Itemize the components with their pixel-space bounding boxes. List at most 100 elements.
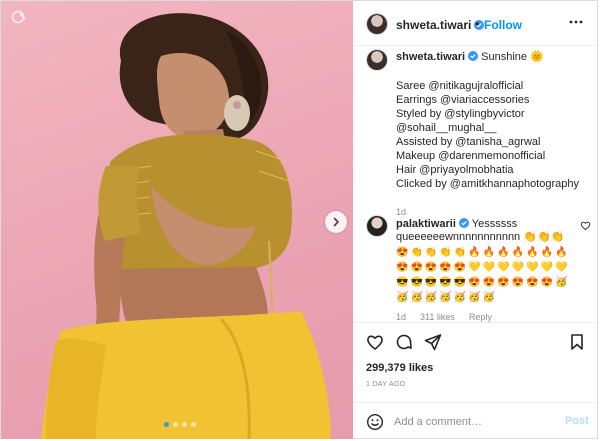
share-icon[interactable]: [424, 333, 442, 351]
comment-emoji: 🔥: [497, 247, 510, 258]
caption-line: Saree @nitikagujralofficial: [396, 80, 524, 92]
carousel-dot: [173, 422, 178, 427]
comment-emoji: 👏: [410, 247, 423, 258]
comment-like-heart-icon[interactable]: [580, 220, 591, 231]
commenter-avatar[interactable]: [366, 215, 388, 237]
reply-button[interactable]: Reply: [469, 311, 492, 322]
comment-emoji: 💛: [526, 262, 539, 273]
comment-emoji: 💛: [497, 262, 510, 273]
add-comment-bar: Post: [354, 402, 597, 441]
comment-emoji: 😍: [439, 262, 452, 273]
comment-emoji: 💛: [554, 262, 568, 273]
verified-badge-icon: [468, 51, 479, 61]
post-caption: shweta.tiwari Sunshine 🌞 Saree @nitikagu…: [396, 50, 586, 219]
chevron-right-icon: [333, 217, 339, 227]
post-sidebar: shweta.tiwari • Follow shweta.tiwari Sun…: [354, 1, 597, 439]
comment-body: palaktiwarii Yessssss queeeeeewnnnnnnnnn…: [396, 218, 580, 322]
post-photo[interactable]: [1, 1, 353, 439]
comment-inline-emoji: 👏: [536, 231, 551, 243]
comment-inline-emoji: 👏: [523, 231, 537, 243]
bookmark-icon[interactable]: [568, 333, 586, 351]
comment-emoji: 😍: [424, 262, 438, 273]
caption-line: Hair @priyayolmobhatia: [396, 164, 514, 176]
commenter-username[interactable]: palaktiwarii: [396, 218, 469, 230]
comment-emoji: 🥳: [439, 292, 452, 303]
caption-author-avatar[interactable]: [366, 49, 388, 71]
heart-icon[interactable]: [366, 333, 384, 351]
comment-emoji: 💛: [482, 262, 496, 273]
comment-emoji-row: 😍 👏 👏 👏 👏 🔥 🔥 🔥 🔥 🔥 🔥 🔥: [396, 247, 580, 259]
comment-emoji: 🥳: [410, 292, 423, 303]
caption-timestamp: 1d: [396, 207, 407, 217]
comment-emoji: 🔥: [482, 247, 496, 258]
comment-emoji: 💛: [468, 262, 481, 273]
comment-likes[interactable]: 311 likes: [420, 311, 455, 322]
carousel-indicator: [164, 422, 196, 427]
comment-emoji: 😍: [482, 277, 496, 288]
comment-emoji: 😎: [424, 277, 438, 288]
carousel-dot: [182, 422, 187, 427]
comment-emoji: 👏: [424, 247, 438, 258]
comment-emoji: 😍: [540, 277, 553, 288]
comment-emoji: 😍: [453, 262, 467, 273]
author-username[interactable]: shweta.tiwari: [396, 18, 485, 32]
post-comment-button[interactable]: Post: [565, 415, 589, 427]
comment-emoji-row: 🥳 🥳 🥳 🥳 🥳 🥳 🥳: [396, 292, 580, 304]
comment-emoji: 🔥: [526, 247, 539, 258]
comment-emoji: 😍: [396, 247, 409, 258]
photo-subject: [41, 13, 331, 439]
comment-emoji-row: 😎 😎 😎 😎 😎 😍 😍 😍 😍 😍 😍 🥳: [396, 277, 580, 289]
watermark-logo: [11, 10, 26, 24]
comment-emoji: 😍: [468, 277, 481, 288]
comment-icon[interactable]: [395, 333, 413, 351]
carousel-dot-active: [164, 422, 169, 427]
caption-username[interactable]: shweta.tiwari: [396, 51, 479, 63]
comment-emoji: 😎: [410, 277, 423, 288]
comment-timestamp: 1d: [396, 312, 407, 322]
comment-emoji: 😍: [526, 277, 539, 288]
caption-line: @sohail__mughal__: [396, 122, 497, 134]
header-separator: •: [475, 17, 480, 31]
add-comment-input[interactable]: [394, 413, 554, 431]
caption-line: Earrings @viariaccessories: [396, 94, 530, 106]
carousel-dot: [191, 422, 196, 427]
comment-emoji: 👏: [439, 247, 452, 258]
post-actions: 299,379 likes 1 DAY AGO Post: [354, 322, 597, 440]
post-header: shweta.tiwari • Follow: [354, 1, 597, 46]
comment-emoji: 😍: [511, 277, 525, 288]
comment-emoji: 🥳: [453, 292, 467, 303]
more-options-icon[interactable]: [568, 14, 584, 30]
likes-count[interactable]: 299,379 likes: [366, 362, 433, 374]
sun-emoji: 🌞: [530, 51, 544, 63]
comment-emoji: 😎: [439, 277, 452, 288]
comment-emoji: 🥳: [396, 292, 409, 303]
comment-emoji: 🥳: [468, 292, 481, 303]
caption-line: Styled by @stylingbyvictor: [396, 108, 525, 120]
comment-meta: 1d 311 likes Reply: [396, 311, 580, 322]
comment-emoji: 🔥: [554, 247, 568, 258]
comment-emoji: 😎: [453, 277, 467, 288]
comment-emoji: 🔥: [540, 247, 553, 258]
caption-credits: Saree @nitikagujralofficial Earrings @vi…: [396, 79, 586, 191]
comment-emoji: 🥳: [482, 292, 496, 303]
comment-emoji: 😍: [410, 262, 423, 273]
comment-emoji: 🔥: [511, 247, 525, 258]
carousel-next-button[interactable]: [325, 211, 347, 233]
comments-section[interactable]: shweta.tiwari Sunshine 🌞 Saree @nitikagu…: [354, 46, 597, 322]
comment-emoji: 😍: [497, 277, 510, 288]
caption-line: Makeup @darenmemonofficial: [396, 150, 546, 162]
comment-emoji: 🔥: [468, 247, 481, 258]
caption-line: Clicked by @amitkhannaphotography: [396, 178, 579, 190]
smiley-icon[interactable]: [366, 413, 384, 431]
comment-emoji: 💛: [511, 262, 525, 273]
comment-emoji: 👏: [453, 247, 467, 258]
comment-emoji: 😍: [396, 262, 409, 273]
caption-line: Assisted by @tanisha_agrwal: [396, 136, 541, 148]
comment-emoji: 💛: [540, 262, 553, 273]
follow-button[interactable]: Follow: [484, 18, 522, 32]
comment-emoji-row: 😍 😍 😍 😍 😍 💛 💛 💛 💛 💛 💛 💛: [396, 262, 580, 274]
author-avatar[interactable]: [366, 13, 388, 35]
comment-emoji: 🥳: [554, 277, 568, 288]
comment-emoji: 🥳: [424, 292, 438, 303]
comment-inline-emoji: 👏: [550, 231, 565, 243]
